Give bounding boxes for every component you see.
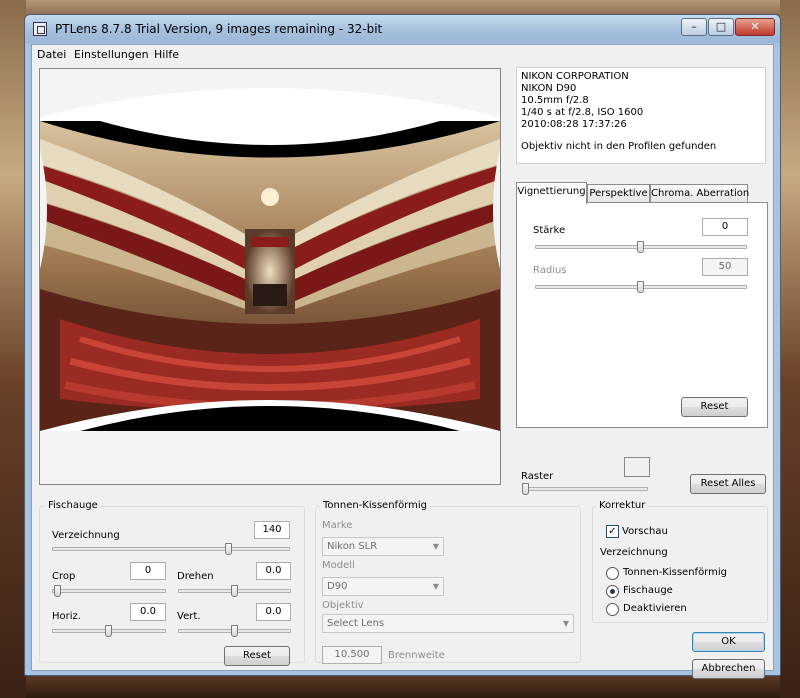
window-title: PTLens 8.7.8 Trial Version, 9 images rem… — [55, 22, 383, 36]
desktop-backdrop-left — [0, 0, 26, 698]
model-label: Modell — [322, 560, 355, 571]
menu-hilfe[interactable]: Hilfe — [154, 48, 179, 61]
model-select-value: D90 — [327, 581, 348, 592]
cancel-button[interactable]: Abbrechen — [692, 659, 765, 679]
radius-field[interactable]: 50 — [702, 258, 748, 276]
vignetting-reset-button[interactable]: Reset — [681, 397, 748, 417]
info-line-model: NIKON D90 — [521, 83, 577, 94]
rotate-field[interactable]: 0.0 — [256, 562, 291, 580]
maximize-button[interactable]: □ — [708, 18, 734, 36]
raster-label: Raster — [521, 471, 554, 482]
image-preview[interactable] — [39, 68, 501, 485]
radio-disable-label: Deaktivieren — [623, 603, 687, 614]
desktop-backdrop-right — [780, 0, 800, 698]
menu-bar: Datei Einstellungen Hilfe — [32, 45, 773, 65]
focal-length-field[interactable]: 10.500 — [322, 646, 382, 664]
model-select[interactable]: D90 ▼ — [322, 577, 444, 596]
info-line-message: Objektiv nicht in den Profilen gefunden — [521, 141, 717, 152]
fisheye-distortion-field[interactable]: 140 — [254, 521, 290, 539]
crop-slider-thumb[interactable] — [54, 585, 61, 597]
vert-label: Vert. — [177, 611, 201, 622]
dropdown-arrow-icon: ▼ — [432, 582, 439, 591]
title-bar[interactable]: PTLens 8.7.8 Trial Version, 9 images rem… — [25, 15, 780, 43]
fisheye-group-title: Fischauge — [45, 500, 101, 511]
radio-barrel[interactable] — [606, 567, 619, 580]
minimize-button[interactable]: – — [681, 18, 707, 36]
checkmark-icon: ✓ — [608, 526, 617, 537]
vert-slider-thumb[interactable] — [231, 625, 238, 637]
rotate-label: Drehen — [177, 571, 214, 582]
focal-length-label: Brennweite — [388, 650, 445, 661]
app-icon[interactable] — [33, 22, 47, 36]
radius-slider-thumb[interactable] — [637, 281, 644, 293]
tab-vignettierung[interactable]: Vignettierung — [516, 182, 587, 204]
fisheye-distortion-slider-track[interactable] — [52, 547, 290, 551]
correction-distortion-label: Verzeichnung — [600, 547, 668, 558]
correction-group-title: Korrektur — [596, 500, 649, 511]
info-line-exposure: 1/40 s at f/2.8, ISO 1600 — [521, 107, 644, 118]
raster-color-swatch[interactable] — [624, 457, 650, 477]
lens-select[interactable]: Select Lens ▼ — [322, 614, 574, 633]
crop-slider-track[interactable] — [52, 589, 166, 593]
tab-chroma-aberration[interactable]: Chroma. Aberration — [650, 184, 749, 203]
raster-slider-thumb[interactable] — [522, 483, 529, 495]
strength-slider-thumb[interactable] — [637, 241, 644, 253]
preview-checkbox[interactable]: ✓ — [606, 525, 619, 538]
rotate-slider-thumb[interactable] — [231, 585, 238, 597]
radio-barrel-label: Tonnen-Kissenförmig — [623, 567, 727, 578]
menu-datei[interactable]: Datei — [37, 48, 66, 61]
tab-panel-vignettierung: Stärke 0 Radius 50 Reset — [516, 202, 768, 428]
make-label: Marke — [322, 520, 353, 531]
menu-einstellungen[interactable]: Einstellungen — [74, 48, 149, 61]
ptlens-window: PTLens 8.7.8 Trial Version, 9 images rem… — [24, 14, 781, 679]
make-select-value: Nikon SLR — [327, 541, 378, 552]
lens-select-value: Select Lens — [327, 618, 385, 629]
radio-fisheye[interactable] — [606, 585, 619, 598]
exif-info-box: NIKON CORPORATION NIKON D90 10.5mm f/2.8… — [516, 67, 766, 164]
horiz-slider-thumb[interactable] — [105, 625, 112, 637]
crop-label: Crop — [52, 571, 76, 582]
radio-disable[interactable] — [606, 603, 619, 616]
theater-photo — [40, 69, 500, 484]
fisheye-distortion-slider-thumb[interactable] — [225, 543, 232, 555]
dropdown-arrow-icon: ▼ — [562, 619, 569, 628]
lens-label: Objektiv — [322, 600, 364, 611]
barrel-group-title: Tonnen-Kissenförmig — [320, 500, 430, 511]
raster-slider-track[interactable] — [522, 487, 648, 491]
fisheye-reset-button[interactable]: Reset — [224, 646, 290, 666]
client-area: Datei Einstellungen Hilfe NIKON CORPORAT… — [31, 44, 774, 679]
tab-perspektive[interactable]: Perspektive — [587, 184, 650, 203]
reset-all-button[interactable]: Reset Alles — [690, 474, 766, 494]
close-button[interactable]: ✕ — [735, 18, 775, 36]
fisheye-distortion-label: Verzeichnung — [52, 530, 120, 541]
radio-fisheye-label: Fischauge — [623, 585, 673, 596]
ok-button[interactable]: OK — [692, 632, 765, 652]
info-line-make: NIKON CORPORATION — [521, 71, 629, 82]
horiz-label: Horiz. — [52, 611, 81, 622]
dropdown-arrow-icon: ▼ — [432, 542, 439, 551]
strength-field[interactable]: 0 — [702, 218, 748, 236]
crop-field[interactable]: 0 — [130, 562, 166, 580]
preview-label: Vorschau — [622, 526, 668, 537]
desktop-backdrop-bottom — [0, 676, 800, 698]
strength-label: Stärke — [533, 225, 566, 236]
radius-label: Radius — [533, 265, 567, 276]
info-line-date: 2010:08:28 17:37:26 — [521, 119, 627, 130]
make-select[interactable]: Nikon SLR ▼ — [322, 537, 444, 556]
vert-field[interactable]: 0.0 — [256, 603, 291, 621]
horiz-field[interactable]: 0.0 — [130, 603, 166, 621]
info-line-lens: 10.5mm f/2.8 — [521, 95, 589, 106]
